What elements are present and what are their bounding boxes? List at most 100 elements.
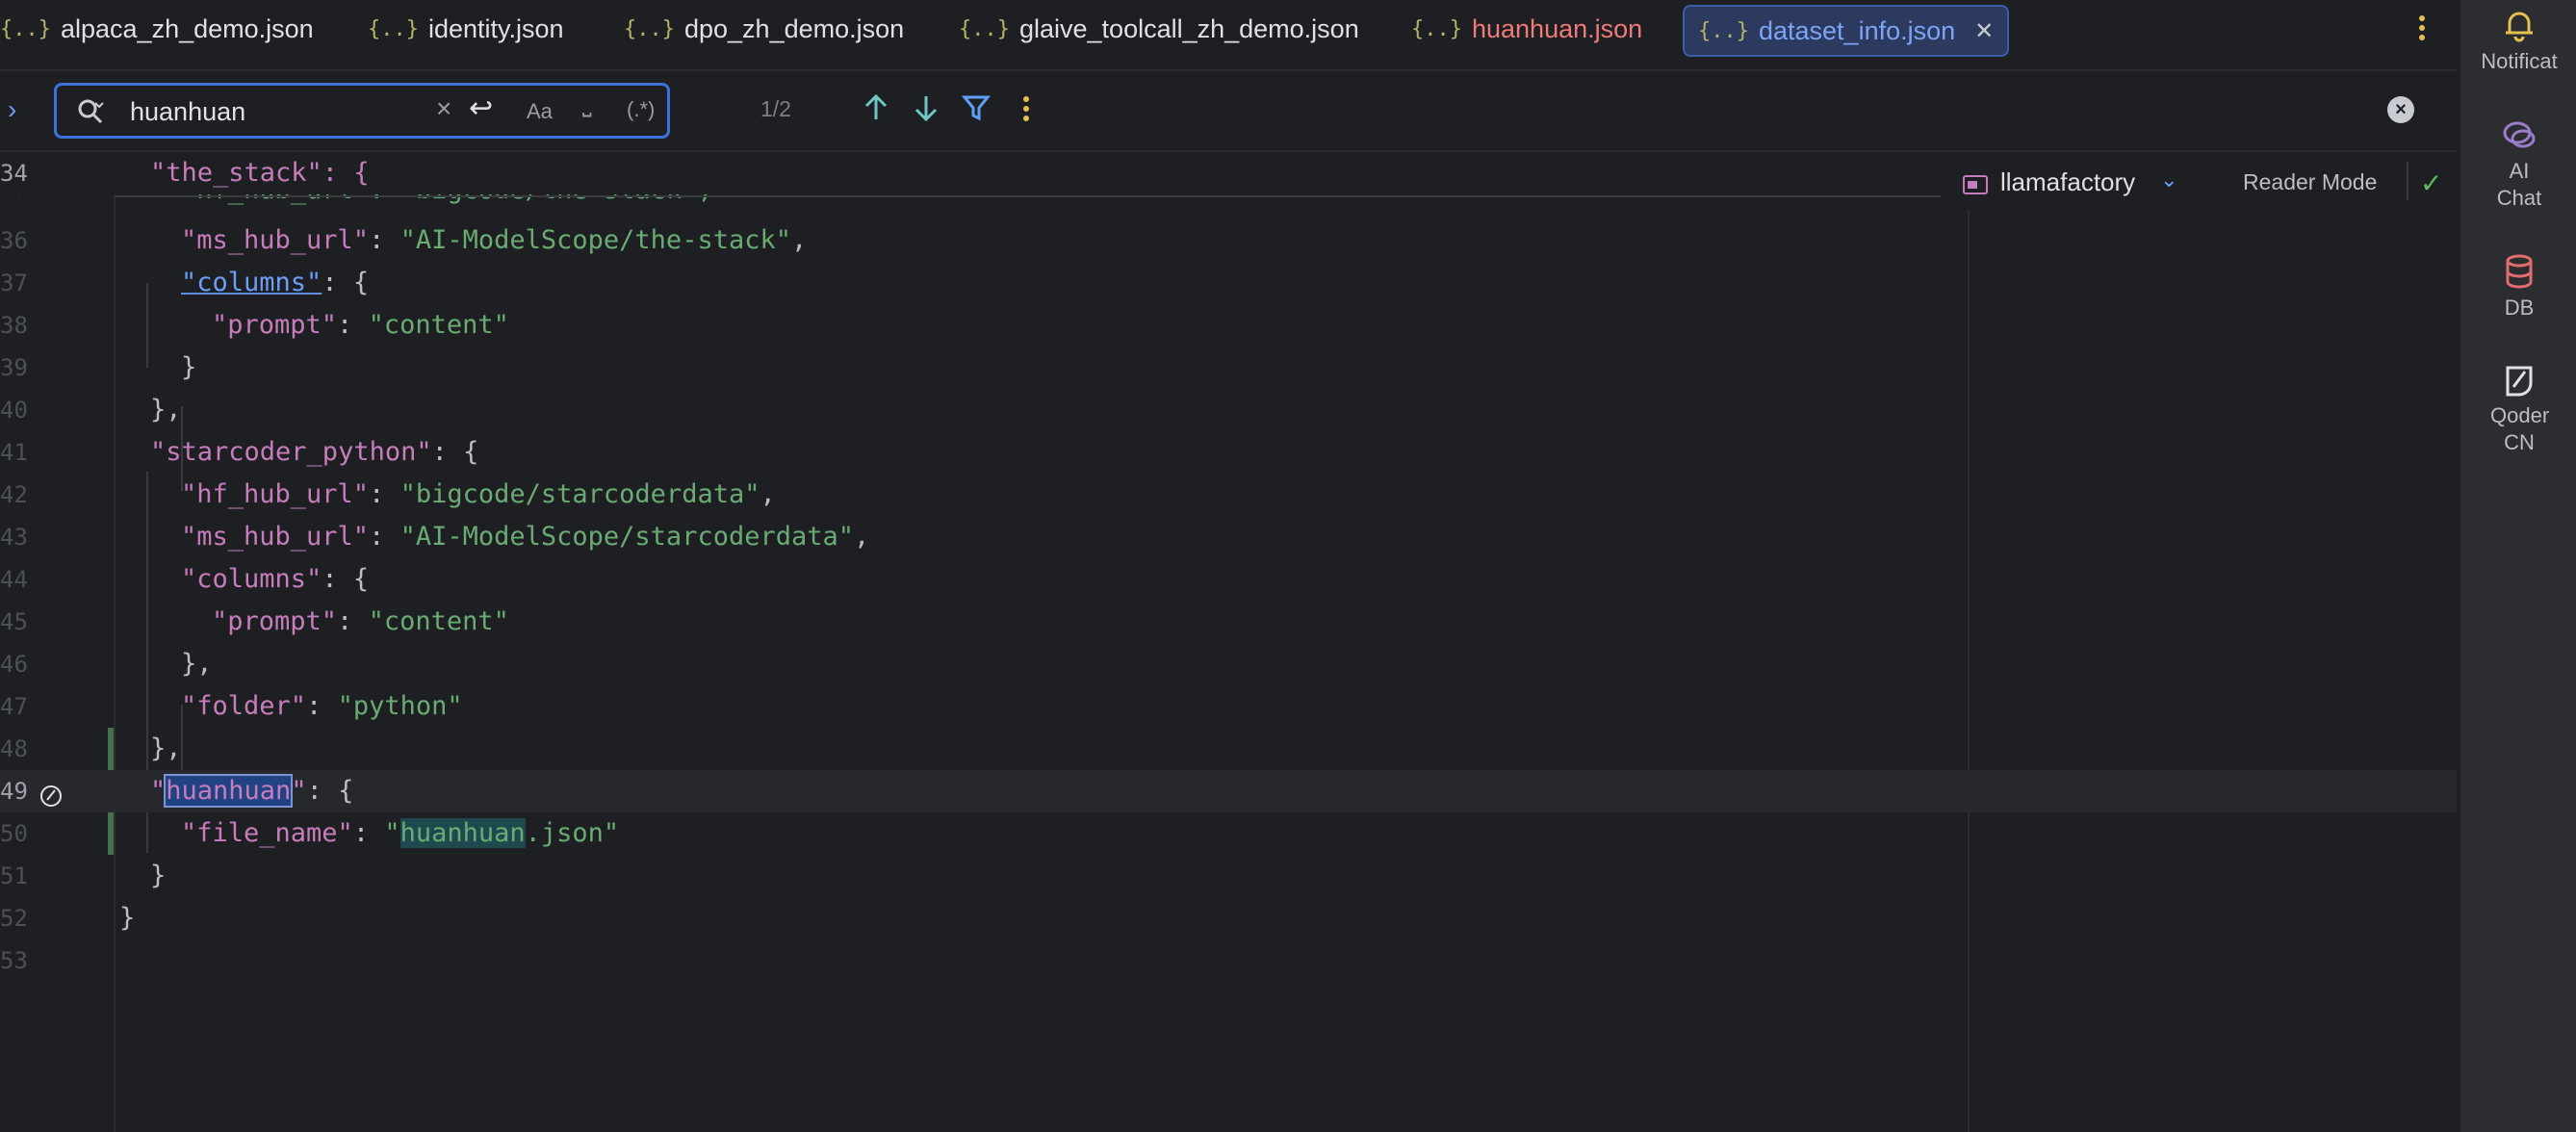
code-line: 37 "columns": { — [0, 262, 2457, 304]
match-case-toggle[interactable]: Aa — [527, 99, 553, 124]
tab-glaive-toolcall-zh-demo[interactable]: {..} glaive_toolcall_zh_demo.json — [959, 0, 1359, 58]
tab-label: dataset_info.json — [1758, 15, 1956, 45]
bell-icon — [2506, 12, 2533, 42]
code-text: } — [150, 861, 167, 890]
line-number: 43 — [0, 524, 28, 551]
code-line: 48 }, — [0, 728, 2457, 770]
code-line: 50 "file_name": "huanhuan.json" — [0, 812, 2457, 855]
tool-label: AI Chat — [2496, 159, 2542, 210]
find-more-options-icon[interactable] — [1017, 92, 1036, 127]
line-number: 47 — [0, 693, 28, 720]
code-text: "starcoder_python": { — [150, 437, 479, 467]
tab-label: identity.json — [427, 13, 564, 43]
line-number: 48 — [0, 735, 28, 762]
tab-huanhuan[interactable]: {..} huanhuan.json — [1411, 0, 1642, 58]
line-number: 49 — [0, 778, 28, 805]
code-text: "ms_hub_url": "AI-ModelScope/starcoderda… — [181, 522, 870, 552]
reader-mode-button[interactable]: Reader Mode — [2243, 169, 2377, 195]
json-file-icon: {..} — [1698, 18, 1749, 43]
editor-tab-bar: {..} alpaca_zh_demo.json {..} identity.j… — [0, 0, 2457, 71]
new-line-icon[interactable]: ↩ — [469, 91, 493, 125]
line-number: 38 — [0, 312, 28, 339]
tab-alpaca-zh-demo[interactable]: {..} alpaca_zh_demo.json — [0, 0, 314, 58]
tab-label: dpo_zh_demo.json — [683, 13, 905, 43]
code-text: }, — [150, 395, 182, 424]
close-tab-icon[interactable]: ✕ — [1974, 17, 1994, 45]
line-number: 35 — [0, 194, 28, 200]
check-icon[interactable]: ✓ — [2420, 167, 2442, 199]
find-box: × ↩ Aa ⎵ (.*) — [54, 83, 670, 139]
line-number: 45 — [0, 608, 28, 635]
code-line: 42 "hf_hub_url": "bigcode/starcoderdata"… — [0, 474, 2457, 516]
line-number: 44 — [0, 566, 28, 593]
code-text: "file_name": "huanhuan.json" — [181, 818, 620, 848]
qoder-tool-button[interactable]: Qoder CN — [2460, 360, 2576, 456]
line-number: 36 — [0, 227, 28, 254]
code-text: "ms_hub_url": "AI-ModelScope/the-stack", — [181, 225, 808, 255]
more-tabs-icon[interactable] — [2412, 12, 2432, 46]
selected-search-match: huanhuan — [164, 774, 294, 808]
tab-label: alpaca_zh_demo.json — [60, 13, 314, 43]
code-line-current: 49 "huanhuan": { — [0, 770, 2457, 812]
code-text: "prompt": "content" — [212, 310, 509, 340]
code-line: 52 } — [0, 897, 2457, 939]
tab-identity[interactable]: {..} identity.json — [368, 0, 564, 58]
sticky-line[interactable]: 34 "the_stack": { — [0, 152, 1945, 194]
code-editor[interactable]: 36 "ms_hub_url": "AI-ModelScope/the-stac… — [0, 152, 2457, 1132]
notifications-tool-button[interactable]: Notificat — [2460, 6, 2576, 75]
code-text: "the_stack": { — [150, 158, 370, 188]
arrow-up-icon[interactable] — [859, 90, 893, 125]
regex-toggle[interactable]: (.*) — [627, 97, 655, 122]
code-text: } — [181, 352, 197, 382]
json-file-icon: {..} — [624, 16, 675, 41]
filter-icon[interactable] — [959, 90, 993, 125]
line-number: 46 — [0, 651, 28, 678]
arrow-down-icon[interactable] — [909, 90, 943, 125]
project-selector[interactable]: llamafactory — [2000, 167, 2135, 197]
folder-icon — [1963, 175, 1988, 194]
code-line: 53 — [0, 939, 2457, 982]
code-line: 45 "prompt": "content" — [0, 601, 2457, 643]
find-bar: › × ↩ Aa ⎵ (.*) 1/2 × — [0, 71, 2457, 152]
whole-words-icon[interactable]: ⎵ — [582, 91, 592, 118]
code-text: } — [119, 903, 136, 933]
code-text: }, — [181, 649, 213, 679]
find-input[interactable] — [128, 93, 459, 130]
code-line: 40 }, — [0, 389, 2457, 431]
chevron-down-icon[interactable]: ⌄ — [2160, 167, 2177, 193]
line-number: 41 — [0, 439, 28, 466]
code-line: 44 "columns": { — [0, 558, 2457, 601]
line-number: 50 — [0, 820, 28, 847]
tab-label: huanhuan.json — [1471, 13, 1643, 43]
json-file-icon: {..} — [1411, 16, 1462, 41]
search-history-icon[interactable] — [76, 97, 105, 126]
code-text: "huanhuan": { — [150, 774, 354, 808]
expand-replace-icon[interactable]: › — [8, 94, 16, 125]
code-text: "hf_hub_url": "bigcode/starcoderdata", — [181, 479, 776, 509]
code-text: }, — [150, 733, 182, 763]
json-file-icon: {..} — [368, 16, 419, 41]
line-number: 37 — [0, 270, 28, 296]
ai-chat-icon — [2503, 121, 2536, 148]
database-icon — [2506, 254, 2533, 289]
code-line: 43 "ms_hub_url": "AI-ModelScope/starcode… — [0, 516, 2457, 558]
qoder-icon — [2506, 366, 2533, 397]
tab-dataset-info[interactable]: {..} dataset_info.json ✕ — [1683, 5, 2010, 57]
qoder-gutter-icon[interactable] — [39, 784, 64, 809]
tab-label: glaive_toolcall_zh_demo.json — [1018, 13, 1359, 43]
ai-chat-tool-button[interactable]: AI Chat — [2460, 116, 2576, 212]
code-text: "folder": "python" — [181, 691, 463, 721]
tool-label: DB — [2504, 296, 2535, 320]
code-line: 36 "ms_hub_url": "AI-ModelScope/the-stac… — [0, 219, 2457, 262]
close-find-icon[interactable]: × — [2387, 96, 2414, 123]
code-line-partial: 35 "hf_hub_url": "bigcode/the-stack", — [0, 194, 1945, 216]
code-line: 47 "folder": "python" — [0, 685, 2457, 728]
tool-label: Notificat — [2481, 49, 2558, 73]
right-tool-window-bar: Notificat AI Chat DB Qoder CN — [2459, 0, 2576, 1132]
line-number: 34 — [0, 160, 28, 187]
db-tool-button[interactable]: DB — [2460, 252, 2576, 322]
tab-dpo-zh-demo[interactable]: {..} dpo_zh_demo.json — [624, 0, 904, 58]
clear-search-icon[interactable]: × — [436, 93, 451, 124]
code-line: 38 "prompt": "content" — [0, 304, 2457, 347]
line-number: 52 — [0, 905, 28, 932]
